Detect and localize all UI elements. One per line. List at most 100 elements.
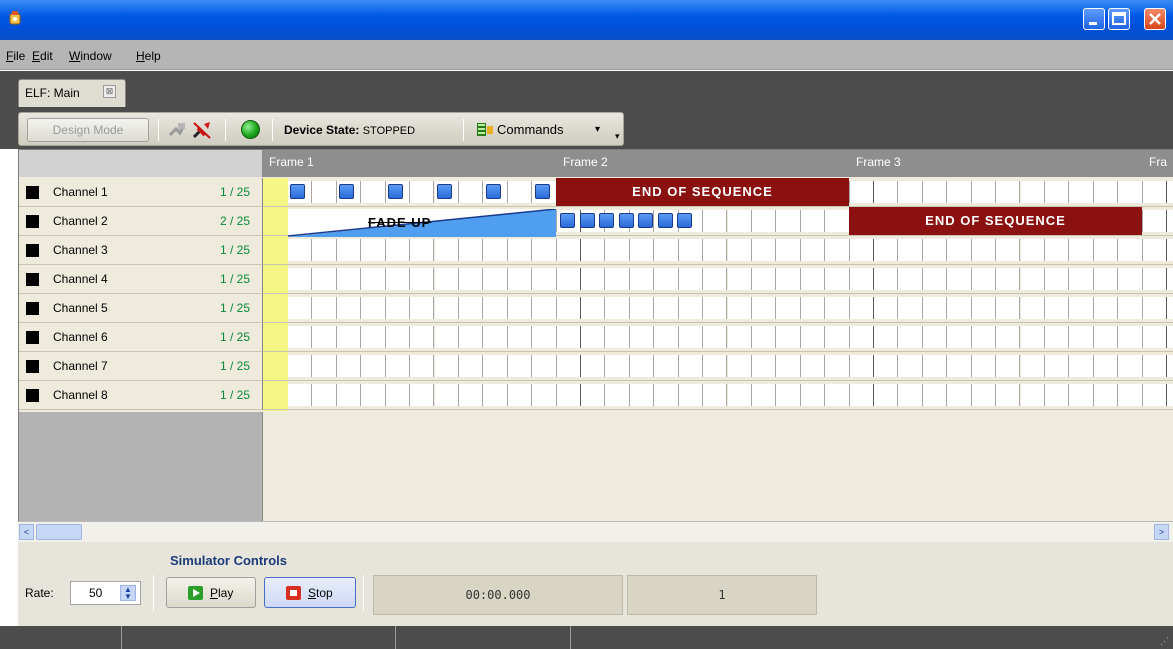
timeline-cell[interactable] bbox=[898, 326, 923, 348]
event-marker[interactable] bbox=[677, 213, 692, 228]
timeline-cell[interactable] bbox=[849, 326, 874, 348]
timeline-cell[interactable] bbox=[336, 326, 362, 348]
timeline-cell[interactable] bbox=[361, 239, 386, 261]
timeline-cell[interactable] bbox=[288, 326, 313, 348]
timeline-cell[interactable] bbox=[996, 268, 1021, 290]
timeline-cell[interactable] bbox=[751, 384, 777, 406]
connect-icon[interactable] bbox=[167, 120, 187, 140]
channel-color-swatch[interactable] bbox=[26, 331, 39, 344]
tab-close-icon[interactable]: ⊠ bbox=[103, 85, 116, 98]
timeline-cell[interactable] bbox=[703, 355, 728, 377]
timeline-cell[interactable] bbox=[1142, 297, 1167, 319]
timeline-cell[interactable] bbox=[776, 239, 801, 261]
timeline-cell[interactable] bbox=[605, 384, 630, 406]
timeline-cell[interactable] bbox=[849, 268, 874, 290]
timeline-cell[interactable] bbox=[385, 384, 411, 406]
timeline-cell[interactable] bbox=[312, 297, 337, 319]
timeline-cell[interactable] bbox=[410, 384, 435, 406]
timeline-cell[interactable] bbox=[605, 239, 630, 261]
timeline-cell[interactable] bbox=[727, 268, 752, 290]
timeline-cell[interactable] bbox=[1142, 239, 1167, 261]
timeline-cell[interactable] bbox=[1167, 268, 1173, 290]
timeline-cell[interactable] bbox=[507, 268, 533, 290]
timeline-cell[interactable] bbox=[727, 326, 752, 348]
timeline-cell[interactable] bbox=[532, 384, 557, 406]
timeline-cell[interactable] bbox=[458, 326, 484, 348]
timeline-cell[interactable] bbox=[629, 384, 655, 406]
timeline-cell[interactable] bbox=[1142, 384, 1167, 406]
timeline-cell[interactable] bbox=[1044, 297, 1070, 319]
timeline-cell[interactable] bbox=[336, 384, 362, 406]
channel-row[interactable]: Channel 6 1 / 25 bbox=[19, 323, 263, 352]
timeline-cell[interactable] bbox=[507, 355, 533, 377]
timeline-cell[interactable] bbox=[434, 239, 459, 261]
timeline-cell[interactable] bbox=[825, 268, 850, 290]
timeline-cell[interactable] bbox=[556, 384, 581, 406]
timeline-cell[interactable] bbox=[1167, 384, 1173, 406]
timeline-cell[interactable] bbox=[1069, 384, 1094, 406]
timeline-cell[interactable] bbox=[336, 239, 362, 261]
horizontal-scrollbar[interactable]: < > bbox=[18, 521, 1173, 542]
tab-elf-main[interactable]: ELF: Main ⊠ bbox=[18, 79, 126, 107]
commands-dropdown-button[interactable]: Commands ▾ bbox=[477, 119, 607, 141]
timeline-cell[interactable] bbox=[703, 326, 728, 348]
timeline-cell[interactable] bbox=[361, 268, 386, 290]
timeline-cell[interactable] bbox=[800, 355, 826, 377]
timeline-cell[interactable] bbox=[410, 326, 435, 348]
timeline-cell[interactable] bbox=[385, 326, 411, 348]
timeline-cell[interactable] bbox=[800, 268, 826, 290]
timeline-cell[interactable] bbox=[703, 384, 728, 406]
timeline-cell[interactable] bbox=[654, 384, 679, 406]
event-marker[interactable] bbox=[486, 184, 501, 199]
event-marker[interactable] bbox=[657, 213, 673, 228]
event-marker[interactable] bbox=[579, 213, 595, 228]
timeline-cell[interactable] bbox=[1167, 355, 1173, 377]
channel-color-swatch[interactable] bbox=[26, 244, 39, 257]
timeline-cell[interactable] bbox=[361, 181, 386, 203]
timeline-cell[interactable] bbox=[654, 239, 679, 261]
disconnect-icon[interactable] bbox=[191, 120, 213, 140]
timeline-cell[interactable] bbox=[1142, 210, 1167, 232]
channel-row[interactable]: Channel 8 1 / 25 bbox=[19, 381, 263, 410]
timeline-cell[interactable] bbox=[751, 355, 777, 377]
timeline-cell[interactable] bbox=[1020, 326, 1045, 348]
timeline-cell[interactable] bbox=[556, 326, 581, 348]
timeline-cell[interactable] bbox=[1044, 239, 1070, 261]
timeline-cell[interactable] bbox=[922, 326, 948, 348]
timeline-cell[interactable] bbox=[581, 268, 606, 290]
event-marker[interactable] bbox=[339, 184, 354, 199]
timeline-cell[interactable] bbox=[434, 384, 459, 406]
timeline-cell[interactable] bbox=[556, 297, 581, 319]
timeline-cell[interactable] bbox=[288, 355, 313, 377]
timeline-cell[interactable] bbox=[581, 384, 606, 406]
timeline-cell[interactable] bbox=[385, 355, 411, 377]
timeline-cell[interactable] bbox=[654, 326, 679, 348]
timeline-cell[interactable] bbox=[581, 326, 606, 348]
fade-up-event[interactable]: FADE UP bbox=[288, 209, 556, 237]
timeline-cell[interactable] bbox=[1093, 239, 1119, 261]
timeline-cell[interactable] bbox=[361, 384, 386, 406]
timeline-cell[interactable] bbox=[800, 239, 826, 261]
timeline-cell[interactable] bbox=[1020, 268, 1045, 290]
timeline-cell[interactable] bbox=[727, 355, 752, 377]
timeline-cell[interactable] bbox=[849, 239, 874, 261]
timeline-cell[interactable] bbox=[922, 355, 948, 377]
end-of-sequence-block[interactable]: END OF SEQUENCE bbox=[849, 207, 1142, 235]
channel-color-swatch[interactable] bbox=[26, 389, 39, 402]
timeline-cell[interactable] bbox=[1118, 297, 1143, 319]
timeline-cell[interactable] bbox=[971, 239, 997, 261]
timeline-cell[interactable] bbox=[312, 326, 337, 348]
timeline-cell[interactable] bbox=[825, 210, 850, 232]
event-marker[interactable] bbox=[560, 213, 575, 228]
timeline-cell[interactable] bbox=[288, 268, 313, 290]
timeline-cell[interactable] bbox=[1142, 268, 1167, 290]
timeline-cell[interactable] bbox=[898, 384, 923, 406]
timeline-cell[interactable] bbox=[336, 355, 362, 377]
timeline-cell[interactable] bbox=[800, 297, 826, 319]
timeline-cell[interactable] bbox=[1142, 355, 1167, 377]
timeline-cell[interactable] bbox=[507, 297, 533, 319]
toolbar-overflow-icon[interactable]: ▾ bbox=[615, 131, 620, 142]
timeline-cell[interactable] bbox=[678, 297, 704, 319]
timeline-cell[interactable] bbox=[410, 239, 435, 261]
scrollbar-thumb[interactable] bbox=[36, 524, 82, 540]
